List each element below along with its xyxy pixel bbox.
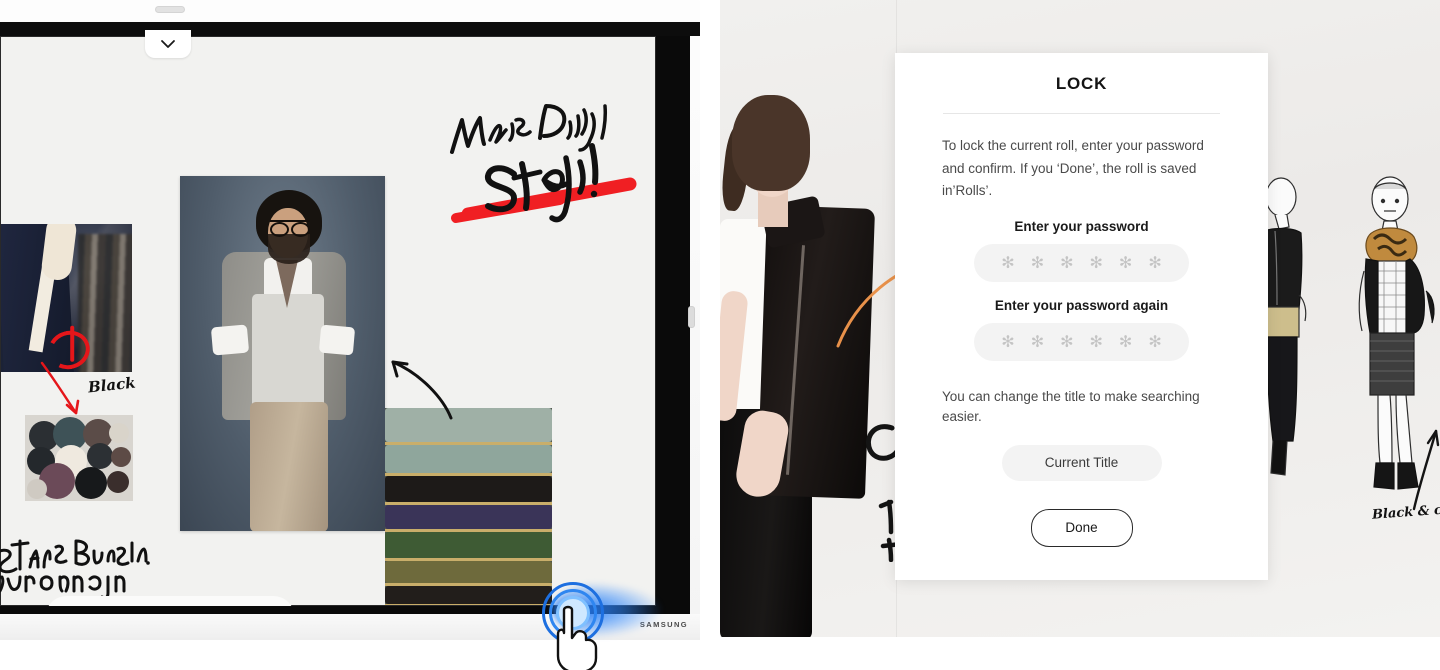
device-screen: Black — [0, 36, 690, 614]
ink-black-arrow — [391, 360, 453, 420]
select-area-icon[interactable] — [157, 605, 183, 606]
image-buttons[interactable] — [25, 415, 133, 501]
password-char: ✻ — [1030, 252, 1045, 272]
password-char: ✻ — [1060, 331, 1074, 351]
device-side-button[interactable] — [688, 306, 695, 328]
device-top-notch — [155, 6, 185, 13]
password-input[interactable]: ✻ ✻ ✻ ✻ ✻ ✻ — [974, 243, 1189, 282]
password-char: ✻ — [1148, 252, 1162, 272]
whiteboard-canvas[interactable]: Black — [0, 36, 656, 606]
done-button[interactable]: Done — [1030, 508, 1133, 547]
ink-label-black: Black — [87, 373, 137, 397]
note-icon[interactable] — [89, 605, 115, 606]
password-char: ✻ — [1118, 252, 1133, 272]
password-char: ✻ — [1060, 252, 1074, 272]
password-char: ✻ — [1118, 331, 1133, 351]
password-char: ✻ — [1089, 252, 1103, 272]
password-char: ✻ — [1030, 331, 1045, 351]
title-hint-text: You can change the title to make searchi… — [942, 388, 1200, 424]
close-icon[interactable] — [259, 605, 285, 606]
collapse-toolbar-button[interactable] — [145, 30, 191, 58]
password-confirm-input[interactable]: ✻ ✻ ✻ ✻ ✻ ✻ — [974, 322, 1189, 361]
password-char: ✻ — [1001, 252, 1015, 272]
image-man-fashion[interactable] — [180, 176, 385, 531]
canvas-toolbar[interactable] — [45, 596, 295, 606]
ink-start-business — [0, 539, 150, 599]
ink-title-mans-daily-style — [450, 104, 637, 223]
device-top-bezel — [0, 22, 700, 36]
hand-cursor-icon — [556, 605, 598, 670]
edit-note-icon[interactable] — [123, 605, 149, 606]
screenshot-stage: Black SAMSUNG Black & co LOCK To lock th… — [0, 0, 1440, 670]
password-label: Enter your password — [1014, 218, 1149, 234]
password-char: ✻ — [1089, 331, 1103, 351]
left-device-panel: Black SAMSUNG — [0, 0, 710, 670]
title-input[interactable]: Current Title — [1001, 444, 1162, 481]
chevron-down-icon — [159, 38, 177, 50]
ink-red-arrow — [40, 361, 80, 415]
undo-icon[interactable] — [191, 605, 217, 606]
tap-ripple-indicator — [530, 578, 662, 670]
dialog-title: LOCK — [1055, 74, 1108, 93]
lock-dialog: LOCK To lock the current roll, enter you… — [895, 53, 1268, 580]
dialog-description: To lock the current roll, enter your pas… — [942, 138, 1204, 198]
ink-up-arrow — [1412, 429, 1440, 511]
redo-icon[interactable] — [225, 605, 251, 606]
dialog-divider — [943, 113, 1220, 114]
password-char: ✻ — [1148, 331, 1162, 351]
password-char: ✻ — [1001, 331, 1015, 351]
password-confirm-label: Enter your password again — [994, 297, 1169, 313]
image-fabric-rolls[interactable] — [385, 408, 552, 606]
menu-icon[interactable] — [55, 605, 81, 606]
